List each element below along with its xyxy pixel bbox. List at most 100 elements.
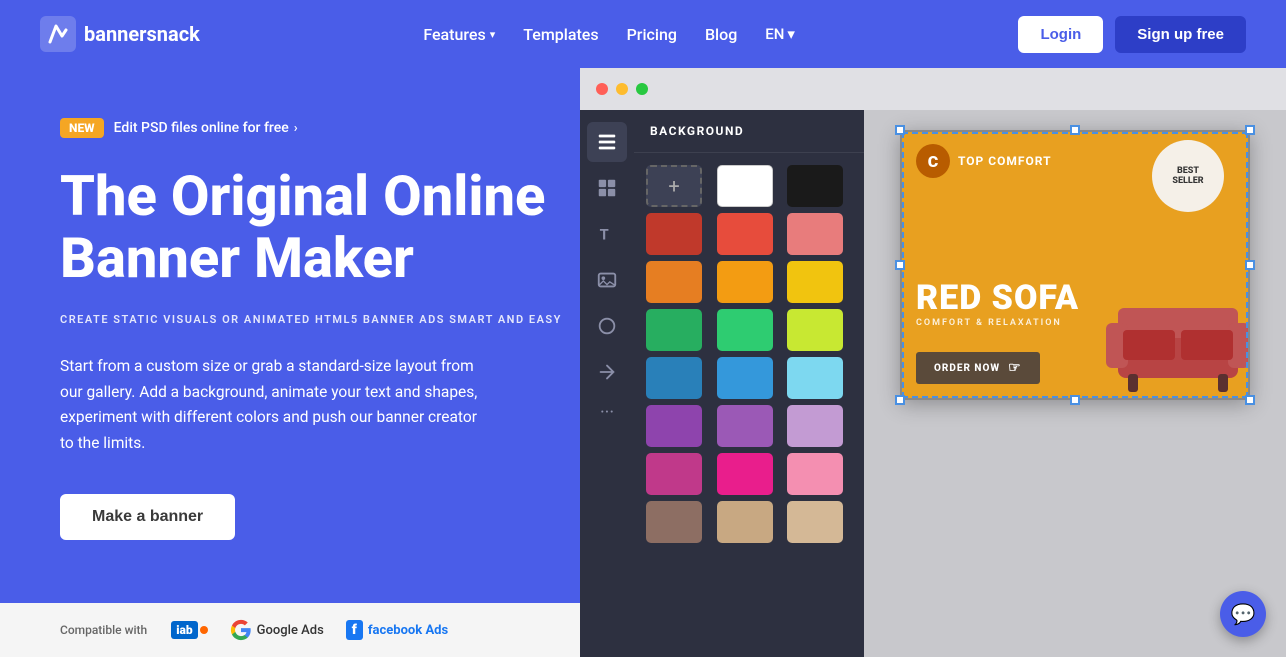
color-swatch-sky[interactable] xyxy=(787,357,843,399)
color-swatch-lavender[interactable] xyxy=(787,405,843,447)
resize-handle-ml[interactable] xyxy=(895,260,905,270)
resize-handle-tl[interactable] xyxy=(895,125,905,135)
nav-templates[interactable]: Templates xyxy=(523,25,598,44)
editor-preview: T ··· BACKGROUND + xyxy=(580,68,1286,657)
facebook-ads-logo: f facebook Ads xyxy=(346,620,448,640)
sidebar-export-icon[interactable] xyxy=(587,352,627,392)
google-ads-logo: Google Ads xyxy=(230,619,324,641)
nav-pricing[interactable]: Pricing xyxy=(627,25,677,44)
chat-icon: 💬 xyxy=(1231,602,1256,626)
resize-handle-tr[interactable] xyxy=(1245,125,1255,135)
banner-subtitle: COMFORT & RELAXATION xyxy=(916,318,1079,328)
make-banner-button[interactable]: Make a banner xyxy=(60,494,235,540)
color-swatch-lime[interactable] xyxy=(787,309,843,351)
chevron-down-icon: ▾ xyxy=(787,25,795,43)
banner-top-bar: C TOP COMFORT xyxy=(916,144,1052,178)
language-selector[interactable]: EN ▾ xyxy=(765,25,795,43)
new-badge: NEW xyxy=(60,118,104,138)
editor-sidebar: T ··· xyxy=(580,110,634,657)
hero-subtitle: CREATE STATIC VISUALS OR ANIMATED HTML5 … xyxy=(60,313,580,326)
banner-title: RED SOFA xyxy=(916,281,1079,315)
seller-text: SELLER xyxy=(1172,176,1203,186)
chevron-down-icon: ▾ xyxy=(490,28,496,41)
banner-main-text: RED SOFA COMFORT & RELAXATION xyxy=(916,281,1079,328)
svg-text:T: T xyxy=(600,226,609,244)
color-swatch-tan[interactable] xyxy=(717,501,773,543)
add-color-button[interactable]: + xyxy=(646,165,702,207)
color-swatch-amber[interactable] xyxy=(717,261,773,303)
brand-circle: C xyxy=(916,144,950,178)
new-badge-row: NEW Edit PSD files online for free › xyxy=(60,118,580,138)
panel-title: BACKGROUND xyxy=(634,110,864,153)
color-swatch-blue[interactable] xyxy=(646,357,702,399)
hero-description: Start from a custom size or grab a stand… xyxy=(60,354,490,456)
browser-minimize-dot xyxy=(616,83,628,95)
color-swatch-black[interactable] xyxy=(787,165,843,207)
best-text: BEST xyxy=(1177,166,1199,176)
compatible-label: Compatible with xyxy=(60,623,147,637)
resize-handle-bm[interactable] xyxy=(1070,395,1080,405)
browser-maximize-dot xyxy=(636,83,648,95)
color-swatch-light-green[interactable] xyxy=(717,309,773,351)
top-comfort-text: TOP COMFORT xyxy=(958,154,1052,168)
color-swatch-white[interactable] xyxy=(717,165,773,207)
sidebar-text-icon[interactable]: T xyxy=(587,214,627,254)
canvas-area: C TOP COMFORT BEST SELLER xyxy=(864,110,1286,657)
logo[interactable]: bannersnack xyxy=(40,16,200,52)
nav-features[interactable]: Features ▾ xyxy=(423,25,495,44)
best-seller-badge: BEST SELLER xyxy=(1152,140,1224,212)
color-swatch-green[interactable] xyxy=(646,309,702,351)
browser-chrome xyxy=(580,68,1286,110)
cursor-icon: ☞ xyxy=(1008,360,1022,376)
banner-canvas[interactable]: C TOP COMFORT BEST SELLER xyxy=(900,130,1250,400)
facebook-icon: f xyxy=(346,620,363,640)
login-button[interactable]: Login xyxy=(1018,16,1103,53)
hero-section: NEW Edit PSD files online for free › The… xyxy=(0,68,1286,657)
iab-dot xyxy=(200,626,208,634)
compatible-logos: iab Google Ads f facebook Ads xyxy=(171,619,448,641)
iab-logo: iab xyxy=(171,621,207,639)
arrow-icon: › xyxy=(294,121,298,136)
sidebar-layers-icon[interactable] xyxy=(587,122,627,162)
new-badge-text[interactable]: Edit PSD files online for free › xyxy=(114,120,298,136)
iab-text: iab xyxy=(171,621,197,639)
google-icon xyxy=(230,619,252,641)
color-swatch-beige[interactable] xyxy=(787,501,843,543)
resize-handle-br[interactable] xyxy=(1245,395,1255,405)
sofa-illustration xyxy=(1098,278,1250,398)
nav-actions: Login Sign up free xyxy=(1018,16,1246,53)
resize-handle-bl[interactable] xyxy=(895,395,905,405)
color-swatch-brown[interactable] xyxy=(646,501,702,543)
sidebar-image-icon[interactable] xyxy=(587,260,627,300)
nav-blog[interactable]: Blog xyxy=(705,25,737,44)
color-grid: + xyxy=(634,153,864,555)
color-swatch-red[interactable] xyxy=(717,213,773,255)
color-swatch-medium-purple[interactable] xyxy=(717,405,773,447)
color-swatch-yellow[interactable] xyxy=(787,261,843,303)
color-swatch-pink[interactable] xyxy=(717,453,773,495)
sidebar-more-icon[interactable]: ··· xyxy=(600,402,614,423)
color-swatch-light-pink[interactable] xyxy=(787,453,843,495)
color-swatch-light-blue[interactable] xyxy=(717,357,773,399)
hero-left: NEW Edit PSD files online for free › The… xyxy=(0,68,580,657)
facebook-ads-text: facebook Ads xyxy=(368,623,448,638)
editor-body: T ··· BACKGROUND + xyxy=(580,110,1286,657)
signup-button[interactable]: Sign up free xyxy=(1115,16,1246,53)
resize-handle-mr[interactable] xyxy=(1245,260,1255,270)
color-swatch-purple[interactable] xyxy=(646,405,702,447)
color-swatch-magenta[interactable] xyxy=(646,453,702,495)
browser-close-dot xyxy=(596,83,608,95)
sidebar-shapes-icon[interactable] xyxy=(587,306,627,346)
color-swatch-light-red[interactable] xyxy=(787,213,843,255)
resize-handle-tm[interactable] xyxy=(1070,125,1080,135)
order-now-button[interactable]: ORDER NOW ☞ xyxy=(916,352,1040,384)
google-ads-text: Google Ads xyxy=(257,623,324,638)
hero-title: The Original Online Banner Maker xyxy=(60,166,580,289)
color-swatch-orange[interactable] xyxy=(646,261,702,303)
sidebar-layout-icon[interactable] xyxy=(587,168,627,208)
navbar: bannersnack Features ▾ Templates Pricing… xyxy=(0,0,1286,68)
color-swatch-dark-red[interactable] xyxy=(646,213,702,255)
background-panel: BACKGROUND + xyxy=(634,110,864,657)
chat-button[interactable]: 💬 xyxy=(1220,591,1266,637)
compatible-bar: Compatible with iab Google Ads f fac xyxy=(0,603,580,657)
